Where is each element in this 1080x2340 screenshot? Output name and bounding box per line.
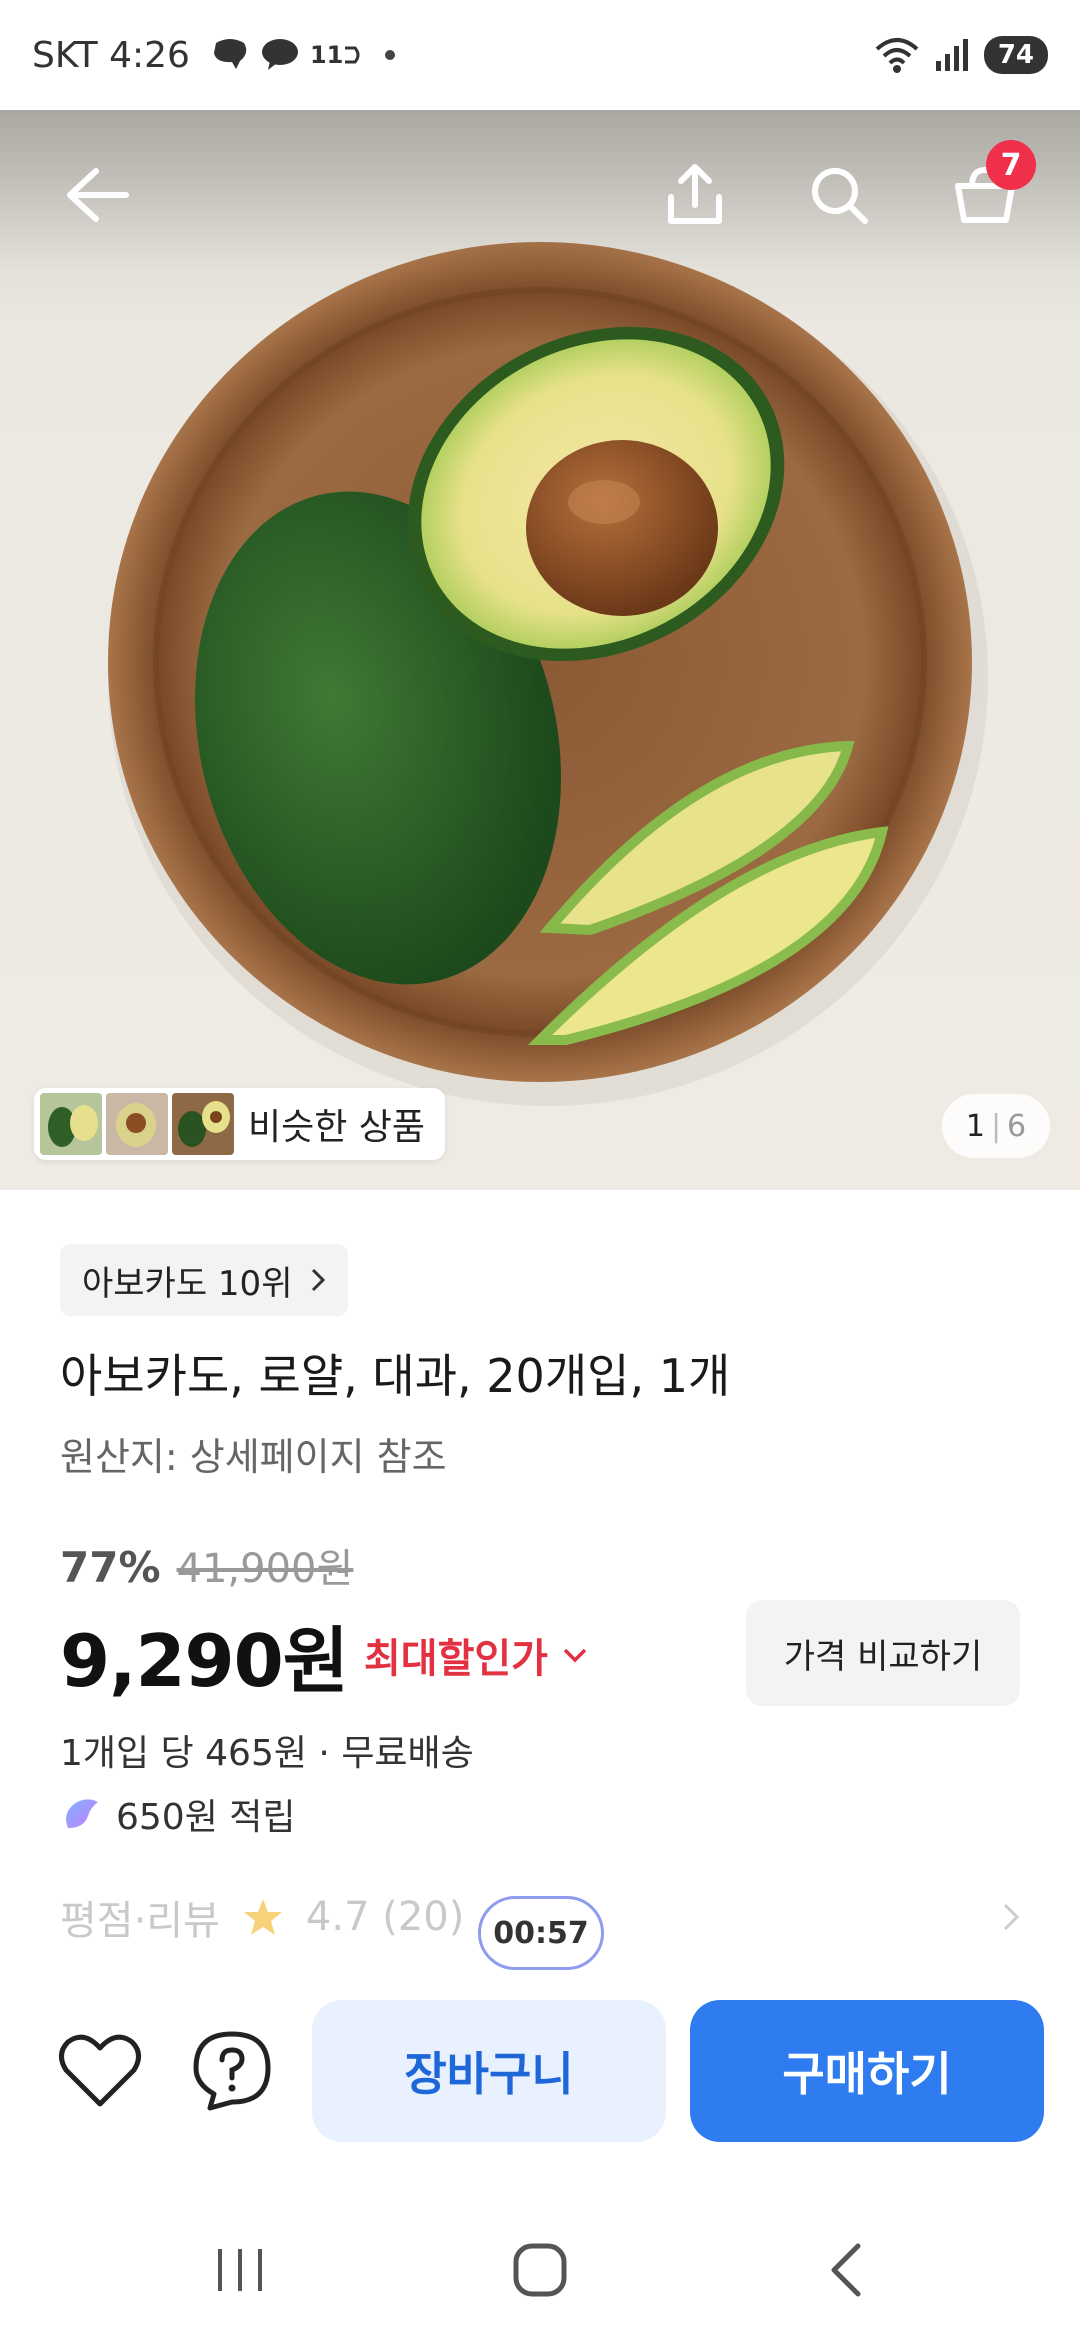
similar-thumb-2	[106, 1093, 168, 1155]
price-row: 9,290원 최대할인가	[60, 1602, 588, 1707]
chevron-down-icon	[563, 1648, 587, 1662]
image-page-indicator: 1 | 6	[942, 1094, 1050, 1158]
category-rank-chip[interactable]: 아보카도 10위	[60, 1244, 349, 1316]
wifi-icon	[874, 35, 920, 75]
max-discount-dropdown[interactable]: 최대할인가	[364, 1626, 588, 1684]
system-nav-bar	[0, 2200, 1080, 2340]
star-icon	[243, 1899, 282, 1935]
system-back-button[interactable]	[796, 2230, 896, 2310]
status-right: 74	[874, 35, 1048, 75]
notification-icons: 11	[210, 37, 396, 73]
product-image-gallery[interactable]: 7 비슷한 상품 1 | 6	[0, 110, 1080, 1190]
status-bar: SKT 4:26 11 74	[0, 0, 1080, 110]
11st-icon: 11	[310, 41, 363, 69]
product-title: 아보카도, 로얄, 대과, 20개입, 1개	[60, 1349, 731, 1403]
similar-thumb-1	[40, 1093, 102, 1155]
page-separator: |	[990, 1108, 1002, 1144]
more-notifications-dot	[385, 50, 396, 60]
share-icon	[668, 164, 722, 224]
battery-level: 74	[997, 40, 1034, 70]
network-label: 11	[309, 41, 344, 69]
rating-label: 평점·리뷰	[60, 1898, 220, 1944]
chevron-left-icon	[831, 2243, 861, 2297]
avocado-plate-image	[108, 242, 988, 1106]
back-arrow-icon	[67, 168, 129, 222]
battery-icon: 74	[983, 36, 1048, 74]
carrier-time: SKT 4:26	[32, 34, 190, 76]
timer-badge[interactable]: 00:57	[478, 1896, 604, 1970]
buy-now-button[interactable]: 구매하기	[690, 2000, 1044, 2142]
question-icon	[193, 2031, 271, 2111]
heart-icon	[59, 2034, 141, 2107]
home-button[interactable]	[490, 2230, 590, 2310]
compare-price-button[interactable]: 가격 비교하기	[746, 1600, 1020, 1706]
rank-label: 아보카도 10위	[82, 1263, 293, 1304]
kakaotalk-icon	[260, 37, 300, 73]
signal-icon	[934, 37, 970, 73]
bottom-action-bar: 장바구니 구매하기	[0, 1990, 1080, 2150]
similar-thumb-3	[172, 1093, 234, 1155]
total-pages: 6	[1007, 1108, 1027, 1144]
sale-price: 9,290원	[60, 1619, 349, 1703]
add-to-cart-button[interactable]: 장바구니	[312, 2000, 666, 2142]
cart-button[interactable]: 7	[940, 140, 1036, 240]
product-origin: 원산지: 상세페이지 참조	[60, 1435, 447, 1479]
header-shade	[0, 110, 1080, 270]
inquiry-button[interactable]	[182, 2020, 282, 2120]
unit-price-shipping: 1개입 당 465원 · 무료배송	[60, 1733, 474, 1774]
similar-products-label: 비슷한 상품	[248, 1107, 426, 1148]
original-price: 41,900원	[176, 1546, 354, 1592]
home-icon	[513, 2243, 567, 2297]
current-page: 1	[965, 1108, 985, 1144]
points-label: 650원 적립	[116, 1797, 296, 1838]
similar-products-button[interactable]: 비슷한 상품	[34, 1088, 446, 1160]
rating-value: 4.7 (20)	[305, 1894, 465, 1940]
wishlist-button[interactable]	[50, 2020, 150, 2120]
chevron-right-icon	[1003, 1903, 1020, 1931]
discount-row: 77% 41,900원	[60, 1536, 353, 1594]
points-icon	[66, 1799, 98, 1828]
status-left: SKT 4:26 11	[32, 34, 396, 76]
discount-rate: 77%	[60, 1543, 161, 1592]
chevron-right-icon	[312, 1268, 326, 1292]
search-icon	[812, 168, 868, 224]
recent-apps-icon	[218, 2249, 262, 2291]
recent-apps-button[interactable]	[190, 2230, 290, 2310]
chat-bubble-icon	[210, 37, 250, 73]
cart-count-badge: 7	[986, 140, 1036, 190]
back-button[interactable]	[52, 150, 142, 240]
search-button[interactable]	[794, 150, 884, 240]
share-button[interactable]	[650, 150, 740, 240]
max-discount-label: 최대할인가	[363, 1635, 548, 1682]
reward-points: 650원 적립	[60, 1788, 296, 1840]
